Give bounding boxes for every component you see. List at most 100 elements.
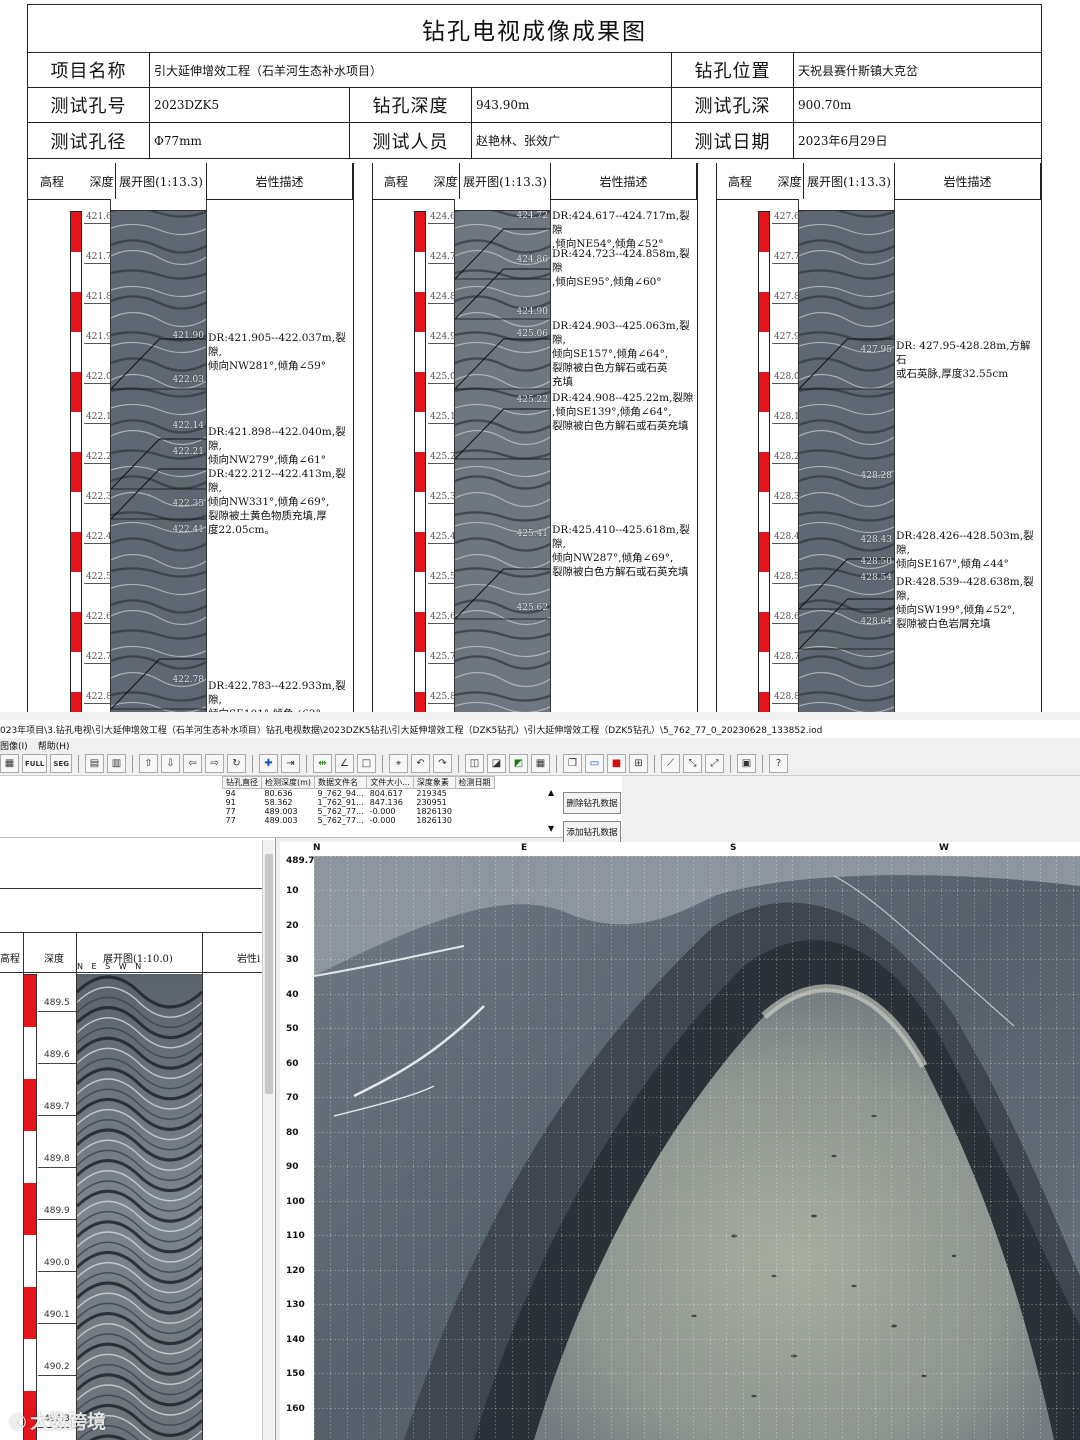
col-header-depth: 深度 [776, 163, 804, 199]
split-icon[interactable]: ⇥ [280, 754, 300, 773]
window-title: 023年项目\3.钻孔电视\引大延伸增效工程（石羊河生态补水项目）钻孔电视数据\… [0, 720, 1080, 738]
depth-tick [772, 503, 798, 504]
scale-segment [759, 252, 769, 292]
depth-tick [84, 423, 110, 424]
arrow-down-icon[interactable]: ⇩ [160, 754, 180, 773]
menu-image[interactable]: 图像(I) [0, 739, 28, 752]
preview-scrollbar[interactable] [262, 840, 274, 1440]
depth-tick [428, 223, 454, 224]
image-icon[interactable]: ▦ [0, 754, 19, 773]
redo-icon[interactable]: ↷ [432, 754, 452, 773]
help-icon[interactable]: ? [768, 754, 788, 773]
table-header[interactable]: 文件大小... [366, 776, 414, 789]
chart-icon[interactable]: ⊞ [628, 754, 648, 773]
rect-icon[interactable]: □ [356, 754, 376, 773]
copy-icon[interactable]: ❐ [562, 754, 582, 773]
arrow-right-icon[interactable]: ⇨ [204, 754, 224, 773]
table-header[interactable]: 钻孔直径 [222, 776, 262, 789]
toolbar-separator [555, 754, 557, 773]
red-box-icon[interactable]: ■ [606, 754, 626, 773]
direction-w: W [939, 843, 949, 853]
depth-label: 421.7 [86, 252, 112, 262]
scale-segment [71, 572, 81, 612]
table-row[interactable]: 77 489.003 5_762_77... -0.000 1826130 [223, 807, 495, 816]
depth-tick [84, 623, 110, 624]
scale-segment [415, 332, 425, 372]
xy-icon[interactable]: ⤡ [682, 754, 702, 773]
table-cell: 9_762_94... [317, 789, 364, 798]
menu-help[interactable]: 帮助(H) [38, 739, 70, 752]
full-button[interactable]: FULL [22, 754, 48, 773]
y-tick-label: 40 [286, 989, 299, 1000]
page-icon[interactable]: ▥ [106, 754, 126, 773]
fracture-description: DR:421.898--422.040m,裂隙, 倾向NW279°,倾角∠61°… [208, 426, 346, 536]
table-row[interactable]: 91 58.362 1_762_91... 847.136 230951 [223, 798, 495, 807]
depth-label: 428.0 [774, 372, 800, 382]
core-depth-label: 428.54 [860, 573, 893, 583]
undo-icon[interactable]: ↶ [410, 754, 430, 773]
panel-left-border [372, 163, 373, 712]
measure-icon[interactable]: ⇹ [312, 754, 332, 773]
table-scroll-up-icon[interactable]: ▲ [548, 788, 554, 797]
panel-left-border [716, 163, 717, 712]
label-hole-id: 测试孔号 [28, 88, 150, 123]
value-test-date: 2023年6月29日 [794, 123, 1041, 159]
value-project-name: 引大延伸增效工程（石羊河生态补水项目） [150, 53, 672, 88]
depth-tick [772, 703, 798, 704]
refresh-icon[interactable]: ↻ [226, 754, 246, 773]
grid-icon[interactable]: ▦ [530, 754, 550, 773]
table-scroll-down-icon[interactable]: ▼ [548, 824, 554, 833]
depth-label: 428.2 [774, 452, 800, 462]
scale-segment [71, 252, 81, 292]
document-icon[interactable]: ▤ [84, 754, 104, 773]
pointer-icon[interactable]: ⌖ [388, 754, 408, 773]
table-header[interactable]: 数据文件名 [314, 776, 368, 789]
frame-icon[interactable]: ◫ [464, 754, 484, 773]
angle-icon[interactable]: ∠ [334, 754, 354, 773]
arrow-up-icon[interactable]: ⇧ [138, 754, 158, 773]
scale-segment [759, 532, 769, 572]
crosshair-icon[interactable]: ✚ [258, 754, 278, 773]
preview-header-rule [0, 932, 262, 933]
seg-button[interactable]: SEG [50, 754, 72, 773]
frame-alt-icon[interactable]: ◪ [486, 754, 506, 773]
arrow-left-icon[interactable]: ⇦ [182, 754, 202, 773]
depth-tick [84, 223, 110, 224]
table-cell: 489.003 [264, 807, 298, 816]
select-icon[interactable]: ▭ [584, 754, 604, 773]
table-header[interactable]: 检测深度(m) [260, 776, 316, 789]
depth-tick [428, 543, 454, 544]
table-row[interactable]: 94 80.636 9_762_94... 804.617 219345 [223, 789, 495, 799]
elevation-scale-bar [414, 211, 426, 712]
palette-icon[interactable]: ◩ [508, 754, 528, 773]
depth-label: 425.2 [430, 452, 456, 462]
scale-segment [759, 492, 769, 532]
core-depth-label: 425.22 [516, 395, 549, 405]
scale-segment [71, 332, 81, 372]
y-tick-label: 50 [286, 1024, 299, 1034]
scale-segment [759, 612, 769, 652]
borehole-data-table: 钻孔直径 检测深度(m) 数据文件名 文件大小... 深度象素 检测日期 94 80.636… [222, 776, 495, 825]
table-header[interactable]: 深度象素 [412, 776, 456, 789]
table-header[interactable]: 检测日期 [454, 776, 495, 789]
axis-icon[interactable]: ⟋ [660, 754, 680, 773]
depth-label: 428.5 [774, 572, 800, 582]
borehole-closeup-image[interactable] [314, 856, 1080, 1440]
value-hole-id: 2023DZK5 [150, 88, 350, 123]
window-icon[interactable]: ▣ [736, 754, 756, 773]
scale-segment [71, 372, 81, 412]
preview-depth-label: 489.9 [44, 1206, 70, 1216]
add-borehole-button[interactable]: 添加钻孔数据 [563, 821, 621, 843]
direction-ruler: N E S W [280, 842, 1080, 856]
scale-segment [415, 372, 425, 412]
label-hole-depth: 钻孔深度 [350, 88, 472, 123]
delete-borehole-button[interactable]: 删除钻孔数据 [563, 792, 621, 814]
col-header-lithology: 岩性描述 [551, 163, 697, 199]
table-cell: 1826130 [416, 816, 452, 825]
xz-icon[interactable]: ⤢ [704, 754, 724, 773]
table-cell: -0.000 [369, 807, 396, 816]
preview-scroll-thumb[interactable] [265, 854, 273, 1094]
table-row[interactable]: 77 489.003 5_762_77... -0.000 1826130 [223, 816, 495, 825]
y-tick-label: 90 [286, 1162, 299, 1172]
scale-segment [415, 652, 425, 692]
